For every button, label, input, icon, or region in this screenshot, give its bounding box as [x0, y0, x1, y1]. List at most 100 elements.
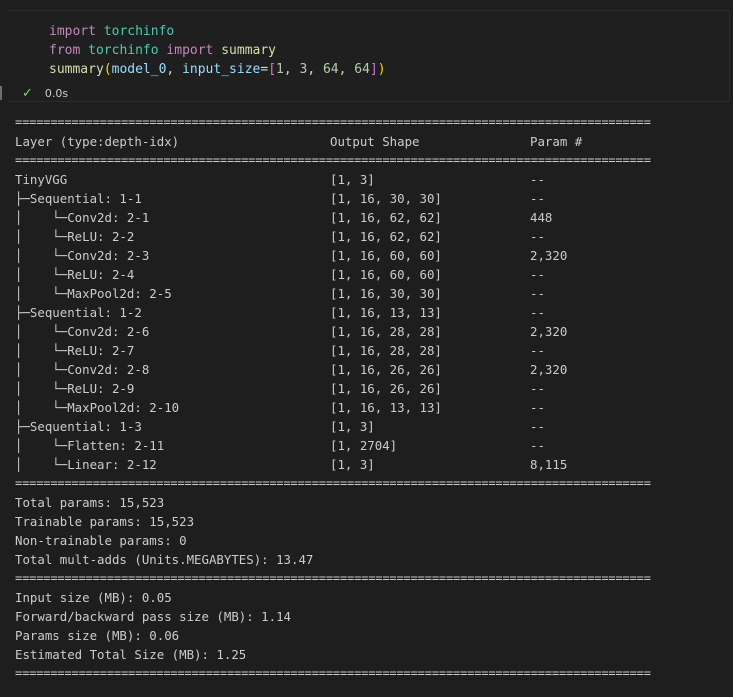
comma: ,: [283, 62, 300, 77]
table-row: │ └─ReLU: 2-7 [1, 16, 28, 28] --: [15, 341, 715, 360]
table-row: │ └─Flatten: 2-11 [1, 2704] --: [15, 436, 715, 455]
header-layer: Layer (type:depth-idx): [15, 134, 180, 149]
row-params: --: [530, 286, 545, 301]
table-row: ├─Sequential: 1-2 [1, 16, 13, 13] --: [15, 303, 715, 322]
input-size: Input size (MB): 0.05: [15, 590, 172, 605]
forward-backward-size: Forward/backward pass size (MB): 1.14: [15, 609, 292, 624]
comma: ,: [307, 62, 323, 77]
row-layer: │ └─MaxPool2d: 2-10: [15, 400, 180, 415]
table-header: Layer (type:depth-idx) Output Shape Para…: [15, 132, 715, 151]
number: 64: [354, 62, 370, 77]
number: 1: [276, 62, 284, 77]
row-shape: [1, 16, 62, 62]: [330, 229, 442, 244]
row-params: --: [530, 229, 545, 244]
total-mult-adds: Total mult-adds (Units.MEGABYTES): 13.47: [15, 552, 314, 567]
cell-status: ✓ 0.0s: [22, 85, 69, 101]
code-line-2[interactable]: from torchinfo import summary: [49, 41, 276, 60]
row-params: --: [530, 305, 545, 320]
row-shape: [1, 2704]: [330, 438, 398, 453]
row-layer: │ └─ReLU: 2-7: [15, 343, 135, 358]
code-line-3[interactable]: summary(model_0, input_size=[1, 3, 64, 6…: [49, 60, 386, 79]
row-layer: │ └─Conv2d: 2-1: [15, 210, 150, 225]
row-shape: [1, 3]: [330, 457, 375, 472]
row-layer: │ └─Linear: 2-12: [15, 457, 157, 472]
function-name: summary: [221, 43, 277, 58]
keyword: import: [166, 43, 214, 58]
row-params: --: [530, 267, 545, 282]
row-params: 2,320: [530, 362, 568, 377]
row-layer: TinyVGG: [15, 172, 68, 187]
bracket-open: [: [268, 62, 277, 77]
row-layer: │ └─Flatten: 2-11: [15, 438, 165, 453]
row-shape: [1, 3]: [330, 172, 375, 187]
row-layer: │ └─ReLU: 2-2: [15, 229, 135, 244]
code-line-1[interactable]: import torchinfo: [49, 22, 174, 41]
row-shape: [1, 16, 26, 26]: [330, 381, 442, 396]
comma: ,: [338, 62, 355, 77]
keyword: import: [49, 24, 96, 39]
separator-line: ========================================…: [15, 571, 651, 585]
row-params: --: [530, 438, 545, 453]
table-row: │ └─Conv2d: 2-6 [1, 16, 28, 28] 2,320: [15, 322, 715, 341]
number: 64: [322, 62, 339, 77]
table-row: │ └─Linear: 2-12 [1, 3] 8,115: [15, 455, 715, 474]
table-row: │ └─ReLU: 2-2 [1, 16, 62, 62] --: [15, 227, 715, 246]
module-name: torchinfo: [103, 24, 175, 39]
row-params: 2,320: [530, 248, 568, 263]
row-shape: [1, 16, 26, 26]: [330, 362, 442, 377]
row-shape: [1, 16, 13, 13]: [330, 400, 442, 415]
row-params: 448: [530, 210, 553, 225]
code-cell[interactable]: import torchinfo from torchinfo import s…: [8, 10, 730, 102]
row-params: --: [530, 172, 545, 187]
trainable-params: Trainable params: 15,523: [15, 514, 195, 529]
row-shape: [1, 3]: [330, 419, 375, 434]
table-row: ├─Sequential: 1-1 [1, 16, 30, 30] --: [15, 189, 715, 208]
comma: ,: [166, 62, 183, 77]
table-row: │ └─Conv2d: 2-3 [1, 16, 60, 60] 2,320: [15, 246, 715, 265]
table-row: ├─Sequential: 1-3 [1, 3] --: [15, 417, 715, 436]
table-row: │ └─MaxPool2d: 2-10 [1, 16, 13, 13] --: [15, 398, 715, 417]
row-params: 8,115: [530, 457, 568, 472]
row-layer: │ └─Conv2d: 2-3: [15, 248, 150, 263]
row-layer: │ └─Conv2d: 2-6: [15, 324, 150, 339]
table-row: │ └─ReLU: 2-4 [1, 16, 60, 60] --: [15, 265, 715, 284]
keyword: from: [49, 43, 81, 58]
equals: =: [260, 62, 269, 77]
estimated-total-size: Estimated Total Size (MB): 1.25: [15, 647, 247, 662]
row-shape: [1, 16, 30, 30]: [330, 286, 442, 301]
function-name: summary: [49, 62, 104, 77]
cell-output: ========================================…: [15, 113, 715, 683]
separator-line: ========================================…: [15, 666, 651, 680]
header-output-shape: Output Shape: [330, 134, 420, 149]
row-params: 2,320: [530, 324, 568, 339]
row-shape: [1, 16, 30, 30]: [330, 191, 442, 206]
row-params: --: [530, 343, 545, 358]
table-row: │ └─ReLU: 2-9 [1, 16, 26, 26] --: [15, 379, 715, 398]
row-params: --: [530, 191, 545, 206]
execution-time: 0.0s: [44, 86, 69, 100]
row-params: --: [530, 400, 545, 415]
paren-close: ): [377, 62, 386, 77]
row-layer: ├─Sequential: 1-3: [15, 419, 142, 434]
total-params: Total params: 15,523: [15, 495, 165, 510]
row-layer: │ └─ReLU: 2-4: [15, 267, 135, 282]
non-trainable-params: Non-trainable params: 0: [15, 533, 187, 548]
table-row: │ └─Conv2d: 2-1 [1, 16, 62, 62] 448: [15, 208, 715, 227]
argument: model_0: [111, 62, 167, 77]
check-icon: ✓: [22, 85, 33, 101]
separator-line: ========================================…: [15, 476, 651, 490]
separator-line: ========================================…: [15, 115, 651, 129]
row-layer: ├─Sequential: 1-2: [15, 305, 142, 320]
bracket-close: ]: [369, 62, 378, 77]
row-layer: ├─Sequential: 1-1: [15, 191, 142, 206]
row-shape: [1, 16, 28, 28]: [330, 324, 442, 339]
row-params: --: [530, 419, 545, 434]
cell-execution-bar: [0, 86, 2, 100]
row-layer: │ └─Conv2d: 2-8: [15, 362, 150, 377]
row-layer: │ └─MaxPool2d: 2-5: [15, 286, 172, 301]
keyword-argument: input_size: [182, 62, 261, 77]
module-name: torchinfo: [88, 43, 159, 58]
row-shape: [1, 16, 62, 62]: [330, 210, 442, 225]
row-shape: [1, 16, 28, 28]: [330, 343, 442, 358]
params-size: Params size (MB): 0.06: [15, 628, 180, 643]
